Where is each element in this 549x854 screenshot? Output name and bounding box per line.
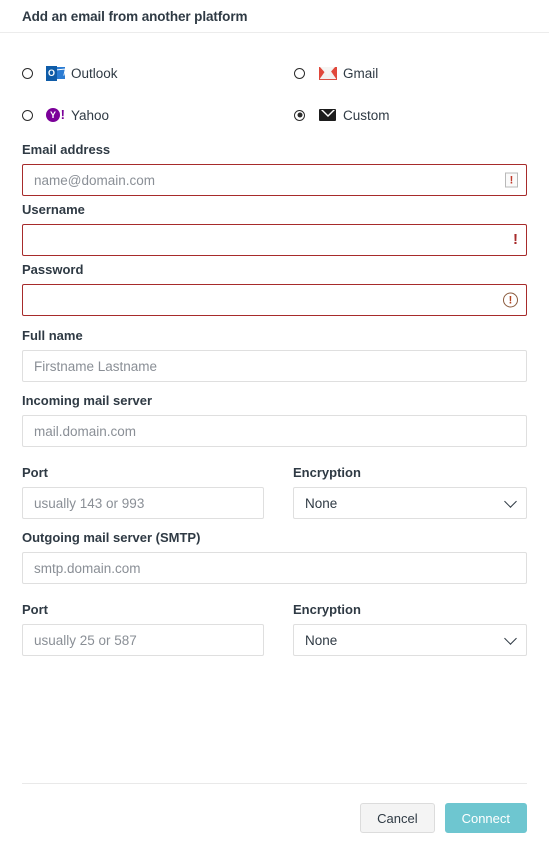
field-incoming-port: Port [22,465,264,519]
label-email-address: Email address [22,142,111,157]
field-username: Username ! [22,202,527,256]
incoming-port-input[interactable] [22,487,264,519]
field-outgoing-mail-server: Outgoing mail server (SMTP) [22,530,527,584]
field-outgoing-encryption: Encryption None [293,602,527,656]
dialog-footer: Cancel Connect [0,783,549,854]
yahoo-icon: Y ! [46,107,65,123]
field-incoming-encryption: Encryption None [293,465,527,519]
provider-option-gmail[interactable]: Gmail [294,52,527,94]
incoming-mail-server-input[interactable] [22,415,527,447]
incoming-port-encryption-row: Port Encryption None [22,465,527,519]
add-email-dialog: Add an email from another platform O Out… [0,0,549,854]
label-password: Password [22,262,84,277]
envelope-icon [318,107,337,123]
provider-label-outlook: Outlook [71,65,118,81]
cancel-button[interactable]: Cancel [360,803,435,833]
radio-outlook[interactable] [22,67,33,79]
page-title: Add an email from another platform [22,8,248,24]
radio-yahoo[interactable] [22,109,33,121]
label-outgoing-mail-server: Outgoing mail server (SMTP) [22,530,201,545]
outgoing-encryption-select[interactable]: None [293,624,527,656]
provider-label-yahoo: Yahoo [71,107,110,123]
label-incoming-port: Port [22,465,48,480]
field-outgoing-port: Port [22,602,264,656]
outgoing-port-encryption-row: Port Encryption None [22,602,527,656]
incoming-encryption-value: None [305,495,338,511]
label-incoming-encryption: Encryption [293,465,361,480]
footer-divider [22,783,527,784]
password-input[interactable] [22,284,527,316]
outgoing-port-input[interactable] [22,624,264,656]
footer-actions: Cancel Connect [22,803,527,854]
provider-option-yahoo[interactable]: Y ! Yahoo [22,94,294,136]
field-incoming-mail-server: Incoming mail server [22,393,527,447]
provider-label-gmail: Gmail [343,65,379,81]
provider-label-custom: Custom [343,107,390,123]
dialog-body: O Outlook Gmail Y ! Yahoo Custom Email a… [0,33,549,783]
provider-radio-group: O Outlook Gmail Y ! Yahoo Custom [22,33,527,136]
field-password: Password ! [22,262,527,316]
field-email-address: Email address ! [22,142,527,196]
dialog-header: Add an email from another platform [0,0,549,33]
gmail-icon [318,65,337,81]
label-username: Username [22,202,85,217]
label-outgoing-encryption: Encryption [293,602,361,617]
username-input[interactable] [22,224,527,256]
outgoing-encryption-value: None [305,632,338,648]
provider-option-outlook[interactable]: O Outlook [22,52,294,94]
label-outgoing-port: Port [22,602,48,617]
email-address-input[interactable] [22,164,527,196]
label-incoming-mail-server: Incoming mail server [22,393,153,408]
full-name-input[interactable] [22,350,527,382]
field-full-name: Full name [22,328,527,382]
outlook-icon: O [46,65,65,81]
radio-gmail[interactable] [294,67,305,79]
provider-option-custom[interactable]: Custom [294,94,527,136]
connect-button[interactable]: Connect [444,803,527,833]
label-full-name: Full name [22,328,83,343]
radio-custom[interactable] [294,109,305,121]
outgoing-mail-server-input[interactable] [22,552,527,584]
incoming-encryption-select[interactable]: None [293,487,527,519]
